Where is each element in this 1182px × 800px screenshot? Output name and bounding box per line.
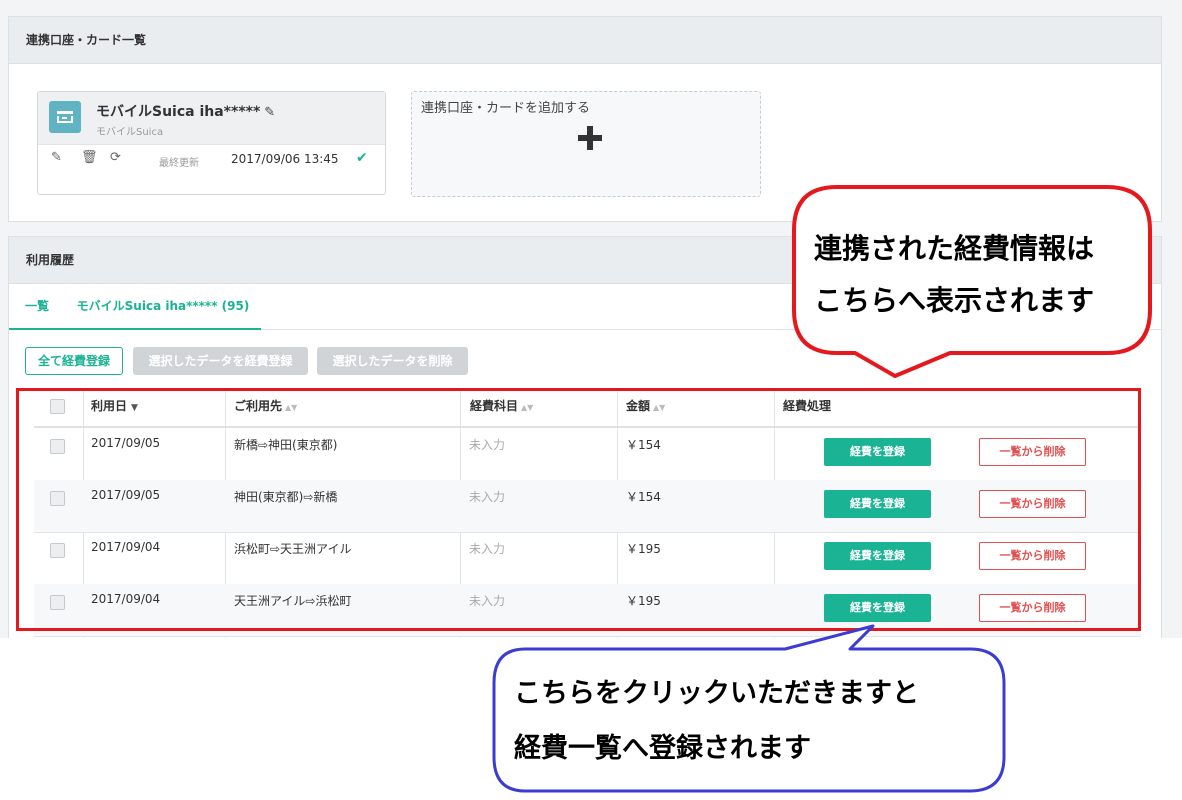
add-account-label: 連携口座・カードを追加する (421, 101, 591, 116)
last-updated-value: 2017/09/06 13:45 (231, 152, 339, 166)
plus-icon (578, 126, 602, 150)
check-icon: ✔ (356, 150, 368, 166)
annotation-top-line2: こちらへ表示されます (814, 284, 1094, 317)
register-selected-button[interactable]: 選択したデータを経費登録 (133, 347, 308, 375)
annotation-bubble-bottom: こちらをクリックいただきますと 経費一覧へ登録されます (492, 624, 1006, 793)
credit-card-icon (49, 101, 81, 133)
highlight-frame (16, 388, 1141, 631)
pencil-icon[interactable]: ✎ (264, 105, 275, 120)
refresh-icon[interactable]: ⟳ (110, 150, 121, 165)
annotation-bottom-line1: こちらをクリックいただきますと (514, 678, 919, 709)
account-card-header: モバイルSuica iha***** ✎ モバイルSuica (38, 92, 385, 145)
add-account-card[interactable]: 連携口座・カードを追加する (411, 91, 761, 197)
panel-title: 連携口座・カード一覧 (9, 17, 1161, 64)
account-name: モバイルSuica iha***** ✎ (96, 104, 276, 120)
annotation-bottom-line2: 経費一覧へ登録されます (514, 732, 811, 764)
tab-all[interactable]: 一覧 (9, 284, 65, 330)
annotation-top-line1: 連携された経費情報は (814, 232, 1094, 265)
register-all-button[interactable]: 全て経費登録 (25, 347, 123, 375)
tab-mobile-suica[interactable]: モバイルSuica iha***** (95) (65, 284, 261, 330)
annotation-bubble-top: 連携された経費情報は こちらへ表示されます (792, 185, 1152, 378)
account-card-footer: ✎ 🗑 ⟳ 最終更新 2017/09/06 13:45 ✔ (38, 144, 385, 174)
edit-icon[interactable]: ✎ (51, 150, 62, 165)
last-updated-label: 最終更新 (159, 158, 199, 169)
trash-icon[interactable]: 🗑 (81, 150, 98, 165)
delete-selected-button[interactable]: 選択したデータを削除 (317, 347, 468, 375)
account-type: モバイルSuica (96, 127, 164, 138)
account-card[interactable]: モバイルSuica iha***** ✎ モバイルSuica ✎ 🗑 ⟳ 最終更新… (37, 91, 386, 195)
